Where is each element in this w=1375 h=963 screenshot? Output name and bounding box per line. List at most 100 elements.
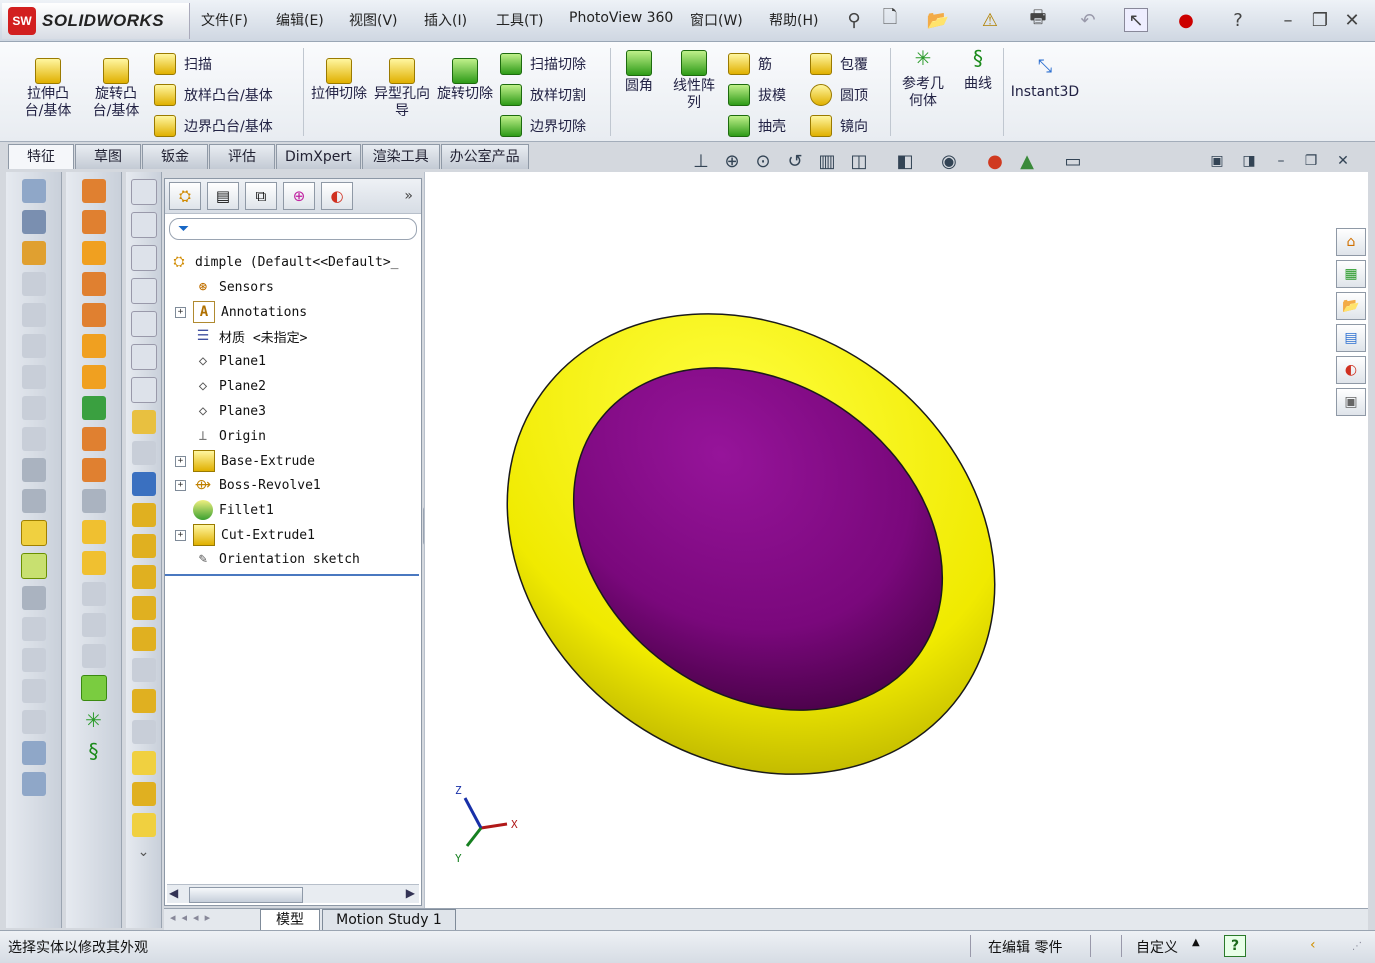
flex-icon[interactable]: [81, 582, 106, 606]
expand-icon[interactable]: +: [175, 529, 186, 541]
tree-horizontal-scrollbar[interactable]: ◀ ▶: [167, 884, 419, 903]
indent-icon[interactable]: [81, 644, 106, 668]
view-bottom-icon[interactable]: [130, 344, 157, 370]
offset-entities-icon[interactable]: [131, 627, 156, 651]
scroll-thumb[interactable]: [189, 887, 303, 903]
tab-dimxpert[interactable]: DimXpert: [276, 144, 361, 169]
revolve-feature-icon[interactable]: [81, 210, 106, 234]
revolve-tool-icon[interactable]: [21, 272, 46, 296]
tree-root[interactable]: ⛭ dimple (Default<<Default>_: [169, 250, 398, 274]
boundary-tool-icon[interactable]: [21, 365, 46, 389]
3d-sketch-tool-icon[interactable]: [131, 565, 156, 589]
boundary-cut-button[interactable]: 边界切除: [500, 110, 610, 141]
ruled-surface-icon[interactable]: [81, 458, 106, 482]
viewport-split-icon[interactable]: ◨: [1238, 150, 1260, 172]
view-left-icon[interactable]: [130, 245, 157, 271]
tree-tabs-more-icon[interactable]: »: [404, 188, 413, 204]
tree-item-plane1[interactable]: ◇ Plane1: [193, 349, 266, 373]
tree-item-sensors[interactable]: ⊛ Sensors: [193, 275, 274, 299]
graphics-area[interactable]: X Z Y: [424, 172, 1368, 908]
mirror-tool-icon[interactable]: [21, 648, 46, 672]
fillet-button[interactable]: 圆角: [618, 50, 660, 95]
combine-icon[interactable]: [81, 520, 106, 544]
doc-restore-icon[interactable]: ❐: [1300, 150, 1322, 172]
expand-icon[interactable]: +: [175, 306, 186, 318]
sketch-entities-icon[interactable]: [131, 503, 156, 527]
delete-solid-icon[interactable]: [81, 489, 106, 513]
intersect-icon[interactable]: [81, 551, 106, 575]
lofted-cut-button[interactable]: 放样切割: [500, 79, 610, 110]
menu-tools[interactable]: 工具(T): [496, 10, 543, 30]
tree-item-material[interactable]: ☰ 材质 <未指定>: [193, 324, 308, 348]
view-isometric-icon[interactable]: [130, 377, 157, 403]
open-folder-icon[interactable]: 📂: [926, 8, 950, 32]
doc-close-icon[interactable]: ✕: [1332, 150, 1354, 172]
view-front-icon[interactable]: [130, 179, 157, 205]
instant3d-button[interactable]: ⤡ Instant3D: [1008, 58, 1082, 101]
revolved-boss-button[interactable]: 旋转凸台/基体: [86, 58, 146, 120]
tab-sheet-metal[interactable]: 钣金: [142, 144, 208, 169]
tab-nav-arrows-icon[interactable]: ◂◂◂▸: [170, 911, 256, 927]
loft-tool-icon[interactable]: [21, 334, 46, 358]
hole-wizard-button[interactable]: 异型孔向导: [372, 58, 432, 120]
draft-tool-icon[interactable]: [21, 586, 46, 610]
solidworks-logo[interactable]: SW SOLIDWORKS: [2, 3, 190, 39]
doc-minimize-icon[interactable]: –: [1270, 150, 1292, 172]
configurationmanager-tab-icon[interactable]: ⧉: [245, 182, 277, 210]
menu-insert[interactable]: 插入(I): [424, 10, 467, 30]
tree-item-orientation-sketch[interactable]: ✎ Orientation sketch: [193, 547, 360, 571]
smart-dimension-icon[interactable]: [131, 441, 156, 465]
view-settings-icon[interactable]: ▭: [1062, 150, 1084, 172]
pin-icon[interactable]: ⚲: [842, 8, 866, 32]
thicken-icon[interactable]: [81, 334, 106, 358]
features-icon[interactable]: [81, 179, 106, 203]
menu-photoview[interactable]: PhotoView 360: [569, 10, 673, 26]
tab-evaluate[interactable]: 评估: [209, 144, 275, 169]
hole-tool-icon[interactable]: [21, 427, 46, 451]
zoom-area-icon[interactable]: ⊙: [752, 150, 774, 172]
sketch-tool-icon[interactable]: [131, 410, 156, 434]
expand-icon[interactable]: +: [175, 455, 186, 467]
reference-geometry-button[interactable]: ✳ 参考几何体: [896, 48, 950, 110]
tab-motion-study[interactable]: Motion Study 1: [322, 909, 456, 931]
chamfer-tool-icon[interactable]: [21, 489, 46, 513]
units-dropdown-icon[interactable]: ▲: [1192, 937, 1200, 948]
traffic-light-icon[interactable]: ●: [1174, 8, 1198, 32]
tree-item-base-extrude[interactable]: + Base-Extrude: [175, 449, 315, 473]
select-arrow-icon[interactable]: ↖: [1124, 8, 1148, 32]
move-entities-icon[interactable]: [131, 720, 156, 744]
boundary-feature-icon[interactable]: [81, 303, 106, 327]
status-units[interactable]: 自定义: [1136, 937, 1178, 957]
fillet-tool-icon[interactable]: [21, 458, 46, 482]
tab-sketch[interactable]: 草图: [75, 144, 141, 169]
design-library-icon[interactable]: ▦: [1336, 260, 1366, 288]
shell-tool-icon[interactable]: [20, 553, 47, 579]
previous-view-icon[interactable]: ↺: [784, 150, 806, 172]
menu-file[interactable]: 文件(F): [201, 10, 248, 30]
new-document-icon[interactable]: 🗋: [878, 7, 902, 32]
expand-icon[interactable]: +: [175, 479, 186, 491]
3d-sketch-icon[interactable]: [21, 210, 46, 234]
custom-properties-icon[interactable]: ▣: [1336, 388, 1366, 416]
loft-feature-icon[interactable]: [81, 272, 106, 296]
tab-features[interactable]: 特征: [8, 144, 74, 169]
curves-button[interactable]: § 曲线: [956, 48, 1000, 93]
trim-icon[interactable]: [131, 534, 156, 558]
reference-axis-icon[interactable]: ✳: [82, 708, 106, 732]
status-options-icon[interactable]: ‹: [1310, 937, 1316, 953]
tree-item-plane2[interactable]: ◇ Plane2: [193, 374, 266, 398]
tab-render-tools[interactable]: 渲染工具: [361, 144, 440, 169]
swept-cut-button[interactable]: 扫描切除: [500, 48, 610, 79]
linear-sketch-pattern-icon[interactable]: [131, 689, 156, 713]
shaded-sketch-icon[interactable]: [131, 813, 156, 837]
hide-show-items-icon[interactable]: ◉: [938, 150, 960, 172]
dome-button[interactable]: 圆顶: [810, 79, 890, 110]
curve-tool-icon[interactable]: §: [82, 739, 106, 763]
menu-edit[interactable]: 编辑(E): [276, 10, 324, 30]
view-palette-icon[interactable]: ▤: [1336, 324, 1366, 352]
tree-item-plane3[interactable]: ◇ Plane3: [193, 399, 266, 423]
tree-item-boss-revolve1[interactable]: + ⟴ Boss-Revolve1: [175, 473, 321, 497]
sweep-feature-icon[interactable]: [81, 241, 106, 265]
menu-window[interactable]: 窗口(W): [690, 10, 743, 30]
pattern-tool-icon[interactable]: [21, 617, 46, 641]
